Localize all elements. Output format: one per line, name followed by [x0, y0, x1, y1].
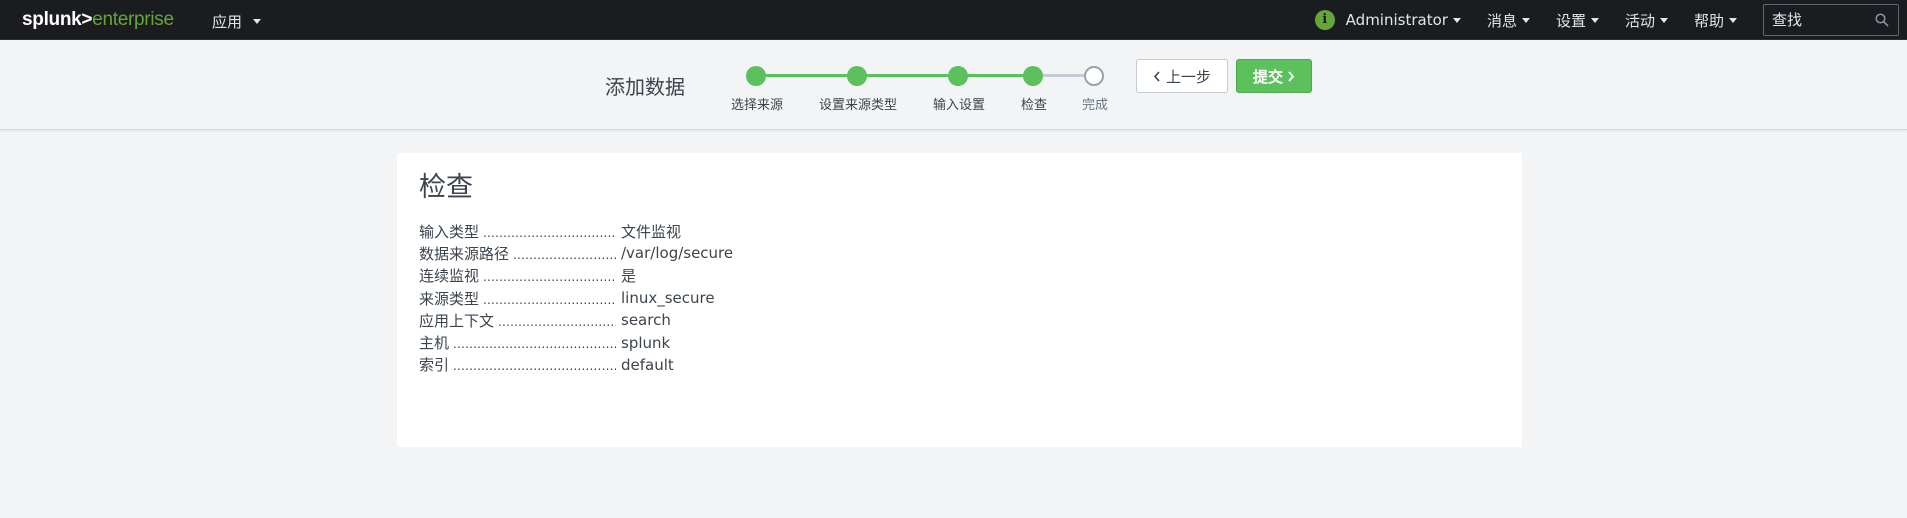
chevron-left-icon	[1153, 70, 1160, 82]
activity-menu-label: 活动	[1624, 11, 1655, 30]
review-row-input-type: 输入类型 文件监视	[419, 220, 733, 242]
settings-menu[interactable]: 设置	[1556, 10, 1599, 31]
back-button-label: 上一步	[1165, 67, 1211, 86]
help-menu-label: 帮助	[1693, 11, 1724, 30]
review-panel: 检查 输入类型 文件监视 数据来源路径 /var/log/secure 连续监视…	[397, 153, 1522, 447]
search-box[interactable]	[1763, 4, 1899, 36]
add-data-wizard-header: 添加数据 选择来源 设置来源类型 输入设置 检查 完成 上一步 提交	[0, 40, 1907, 130]
step-dot-review	[1023, 66, 1043, 86]
review-row-index: 索引 default	[419, 354, 733, 376]
review-value: default	[621, 355, 674, 374]
review-value: splunk	[621, 333, 671, 352]
step-label-select-source: 选择来源	[730, 98, 784, 113]
review-key: 连续监视	[419, 265, 616, 286]
step-dot-select-source	[746, 66, 766, 86]
info-icon[interactable]: i	[1314, 10, 1335, 30]
step-label-set-sourcetype: 设置来源类型	[818, 98, 898, 113]
review-key: 索引	[419, 354, 616, 375]
step-label-done: 完成	[1081, 98, 1109, 113]
logo-enterprise-text: enterprise	[92, 9, 174, 30]
review-value: 是	[621, 267, 637, 286]
review-row-sourcetype: 来源类型 linux_secure	[419, 287, 733, 309]
review-row-app-context: 应用上下文 search	[419, 309, 733, 331]
chevron-down-icon	[1452, 17, 1461, 23]
app-menu[interactable]: 应用	[212, 11, 262, 32]
chevron-down-icon	[1590, 17, 1599, 23]
logo-splunk-text: splunk>	[22, 9, 93, 30]
review-list: 输入类型 文件监视 数据来源路径 /var/log/secure 连续监视 是 …	[419, 220, 733, 376]
review-value: 文件监视	[621, 222, 682, 241]
user-menu-label: Administrator	[1345, 11, 1448, 29]
step-connector	[958, 74, 1033, 77]
step-label-input-settings: 输入设置	[932, 98, 986, 113]
search-input[interactable]	[1772, 11, 1872, 29]
app-menu-label: 应用	[212, 13, 243, 31]
back-button[interactable]: 上一步	[1136, 59, 1228, 93]
activity-menu[interactable]: 活动	[1625, 10, 1668, 31]
nav-right-group: i Administrator 消息 设置 活动 帮助	[1314, 0, 1907, 40]
chevron-down-icon	[1521, 17, 1530, 23]
review-row-source-path: 数据来源路径 /var/log/secure	[419, 242, 733, 264]
step-connector	[857, 74, 958, 77]
messages-menu[interactable]: 消息	[1487, 10, 1530, 31]
step-connector	[756, 74, 857, 77]
submit-button[interactable]: 提交	[1236, 59, 1312, 93]
step-dot-set-sourcetype	[847, 66, 867, 86]
review-value: linux_secure	[621, 289, 715, 308]
chevron-down-icon	[1659, 17, 1668, 23]
step-label-review: 检查	[1020, 98, 1048, 113]
settings-menu-label: 设置	[1555, 11, 1586, 30]
user-menu[interactable]: Administrator	[1346, 11, 1461, 29]
chevron-down-icon	[1729, 17, 1737, 23]
review-row-continuous-monitor: 连续监视 是	[419, 265, 733, 287]
review-key: 输入类型	[419, 221, 616, 242]
review-key: 来源类型	[419, 288, 616, 309]
search-icon[interactable]	[1875, 13, 1889, 27]
submit-button-label: 提交	[1252, 67, 1283, 86]
step-dot-done	[1084, 66, 1104, 86]
review-key: 数据来源路径	[419, 243, 616, 264]
chevron-right-icon	[1288, 70, 1295, 82]
review-title: 检查	[419, 172, 473, 203]
review-key: 应用上下文	[419, 310, 616, 331]
top-nav-bar: splunk>enterprise 应用 i Administrator 消息 …	[0, 0, 1907, 40]
help-menu[interactable]: 帮助	[1694, 10, 1737, 31]
review-value: search	[621, 311, 671, 330]
step-dot-input-settings	[948, 66, 968, 86]
wizard-steps: 选择来源 设置来源类型 输入设置 检查 完成	[0, 40, 1907, 130]
splunk-logo[interactable]: splunk>enterprise	[22, 9, 174, 31]
review-value: /var/log/secure	[621, 244, 734, 263]
chevron-down-icon	[253, 19, 262, 24]
review-key: 主机	[419, 332, 616, 353]
review-row-host: 主机 splunk	[419, 331, 733, 353]
messages-menu-label: 消息	[1486, 11, 1517, 30]
